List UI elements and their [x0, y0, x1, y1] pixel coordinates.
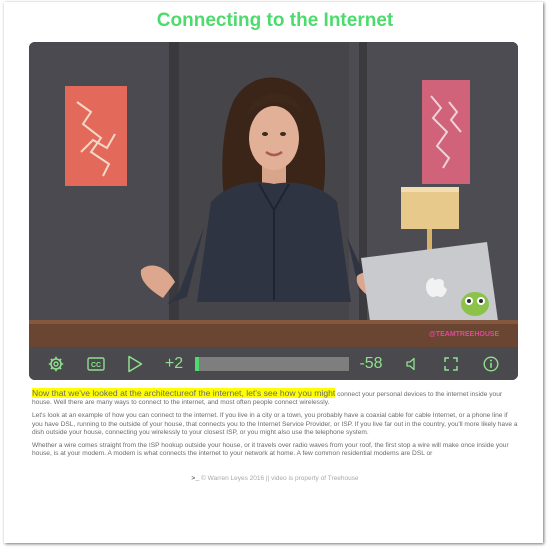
page-title: Connecting to the Internet	[156, 10, 394, 31]
treehouse-watermark: @TEAMTREEHOUSE	[429, 331, 500, 338]
play-button[interactable]	[125, 347, 145, 380]
fullscreen-icon	[444, 356, 458, 371]
closed-captions-icon: CC	[87, 356, 105, 371]
progress-fill	[195, 357, 199, 371]
transcript-current-phrase[interactable]: Now that we've looked at the architectur…	[32, 388, 336, 398]
settings-icon	[48, 356, 64, 371]
transcript-paragraph[interactable]: Let's look at an example of how you can …	[32, 412, 518, 437]
info-button[interactable]	[481, 347, 501, 380]
right-poster	[422, 80, 470, 184]
info-icon	[483, 355, 499, 372]
time-remaining: -58	[359, 354, 383, 372]
progress-bar[interactable]	[195, 357, 349, 371]
interactive-transcript: Now that we've looked at the architectur…	[32, 388, 518, 463]
left-poster	[65, 86, 127, 186]
svg-text:CC: CC	[91, 362, 101, 369]
settings-button[interactable]	[45, 347, 67, 380]
transcript-paragraph[interactable]: Whether a wire comes straight from the I…	[32, 442, 518, 458]
volume-icon	[406, 357, 415, 370]
play-icon	[128, 355, 143, 372]
video-player[interactable]: @TEAMTREEHOUSE CC +2 -58	[29, 42, 518, 380]
footer-credit: © Warren Leyes 2016 || video is property…	[199, 475, 359, 482]
fullscreen-button[interactable]	[442, 347, 460, 380]
closed-captions-button[interactable]: CC	[85, 347, 107, 380]
volume-button[interactable]	[403, 347, 421, 380]
skip-forward-button[interactable]: +2	[159, 347, 189, 380]
video-control-bar: CC +2 -58	[29, 347, 518, 380]
transcript-paragraph: Now that we've looked at the architectur…	[32, 388, 518, 407]
video-frame[interactable]: @TEAMTREEHOUSE	[29, 42, 518, 347]
footer: >_ © Warren Leyes 2016 || video is prope…	[0, 475, 550, 482]
